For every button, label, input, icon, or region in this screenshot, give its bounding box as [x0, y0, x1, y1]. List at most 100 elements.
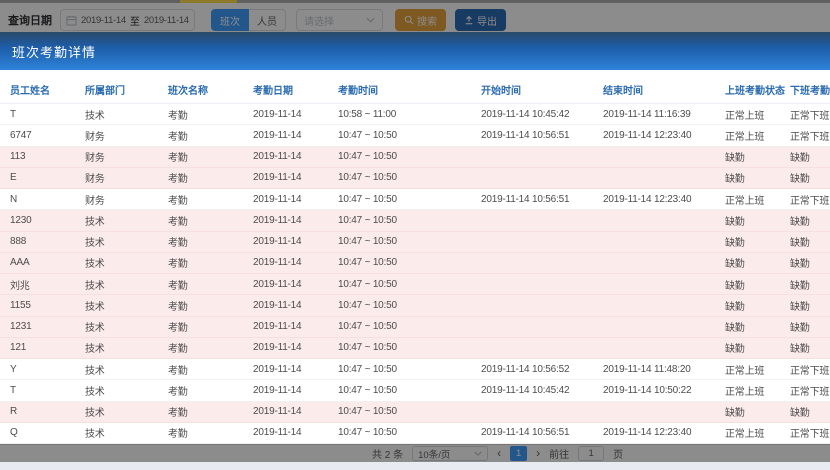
cell-shift: 考勤 [168, 153, 188, 165]
cell-end: 2019-11-14 12:23:40 [603, 193, 692, 205]
modal-mask-bottom [0, 444, 830, 462]
cell-date: 2019-11-14 [253, 278, 302, 290]
cell-end: 2019-11-14 11:16:39 [603, 108, 691, 120]
cell-shift: 考勤 [168, 386, 188, 398]
cell-date: 2019-11-14 [253, 406, 302, 418]
cell-status_in: 正常上班 [725, 131, 765, 143]
cell-status_in: 缺勤 [725, 408, 745, 420]
cell-dept: 技术 [85, 216, 105, 228]
cell-time: 10:47 ~ 10:50 [338, 321, 397, 333]
cell-shift: 考勤 [168, 259, 188, 271]
col-header-end-time: 结束时间 [603, 86, 643, 97]
cell-start: 2019-11-14 10:56:52 [481, 363, 570, 375]
cell-name: R [10, 406, 18, 418]
cell-date: 2019-11-14 [253, 257, 302, 269]
table-row: T 技术 考勤 2019-11-14 10:58 ~ 11:00 2019-11-14 1… [0, 104, 830, 126]
cell-name: 刘兆 [10, 280, 30, 292]
cell-status_out: 缺勤 [790, 344, 810, 356]
cell-date: 2019-11-14 [253, 384, 302, 396]
cell-date: 2019-11-14 [253, 236, 302, 248]
cell-status_out: 缺勤 [790, 408, 810, 420]
cell-date: 2019-11-14 [253, 427, 302, 439]
table-row: Q 技术 考勤 2019-11-14 10:47 ~ 10:50 2019-11-14 1… [0, 422, 830, 444]
col-header-attendance-date: 考勤日期 [253, 86, 293, 97]
cell-name: T [10, 384, 16, 396]
cell-name: 888 [10, 236, 27, 248]
cell-time: 10:47 ~ 10:50 [338, 193, 397, 205]
cell-status_in: 正常上班 [725, 429, 765, 441]
cell-shift: 考勤 [168, 238, 188, 250]
cell-time: 10:47 ~ 10:50 [338, 257, 397, 269]
cell-status_in: 缺勤 [725, 238, 745, 250]
cell-time: 10:47 ~ 10:50 [338, 384, 397, 396]
cell-name: AAA [10, 257, 30, 269]
cell-time: 10:47 ~ 10:50 [338, 172, 397, 184]
col-header-clockout-status: 下班考勤状态 [790, 86, 830, 97]
table-row: 888 技术 考勤 2019-11-14 10:47 ~ 10:50 缺勤 缺勤 [0, 231, 830, 253]
cell-status_out: 缺勤 [790, 174, 810, 186]
cell-start: 2019-11-14 10:56:51 [481, 129, 570, 141]
cell-dept: 技术 [85, 110, 105, 122]
top-edge [0, 0, 830, 3]
cell-shift: 考勤 [168, 344, 188, 356]
cell-status_out: 缺勤 [790, 323, 810, 335]
table-row: 121 技术 考勤 2019-11-14 10:47 ~ 10:50 缺勤 缺勤 [0, 337, 830, 359]
cell-time: 10:47 ~ 10:50 [338, 342, 397, 354]
table-row: 刘兆 技术 考勤 2019-11-14 10:47 ~ 10:50 缺勤 缺勤 [0, 274, 830, 296]
cell-status_in: 正常上班 [725, 110, 765, 122]
cell-status_out: 缺勤 [790, 280, 810, 292]
cell-date: 2019-11-14 [253, 172, 302, 184]
cell-dept: 技术 [85, 238, 105, 250]
cell-time: 10:47 ~ 10:50 [338, 129, 397, 141]
table-header-row: 员工姓名 所属部门 班次名称 考勤日期 考勤时间 开始时间 结束时间 上班考勤状态下班考勤状态 [0, 76, 830, 104]
cell-date: 2019-11-14 [253, 342, 302, 354]
cell-dept: 财务 [85, 174, 105, 186]
cell-status_out: 正常下班 [790, 110, 830, 122]
cell-name: Y [10, 363, 17, 375]
col-header-department: 所属部门 [85, 86, 125, 97]
table-row: 1155 技术 考勤 2019-11-14 10:47 ~ 10:50 缺勤 缺勤 [0, 295, 830, 317]
cell-dept: 技术 [85, 408, 105, 420]
cell-status_in: 正常上班 [725, 365, 765, 377]
cell-date: 2019-11-14 [253, 363, 302, 375]
cell-name: 1231 [10, 321, 32, 333]
cell-start: 2019-11-14 10:45:42 [481, 384, 570, 396]
cell-dept: 技术 [85, 365, 105, 377]
cell-status_in: 正常上班 [725, 195, 765, 207]
top-edge-accent [180, 0, 237, 3]
cell-end: 2019-11-14 12:23:40 [603, 129, 692, 141]
table-row: E 财务 考勤 2019-11-14 10:47 ~ 10:50 缺勤 缺勤 [0, 167, 830, 189]
cell-status_in: 缺勤 [725, 280, 745, 292]
cell-name: E [10, 172, 17, 184]
cell-date: 2019-11-14 [253, 214, 302, 226]
table-row: Y 技术 考勤 2019-11-14 10:47 ~ 10:50 2019-11-14 1… [0, 359, 830, 381]
cell-end: 2019-11-14 11:48:20 [603, 363, 691, 375]
cell-shift: 考勤 [168, 174, 188, 186]
cell-shift: 考勤 [168, 216, 188, 228]
cell-name: 1230 [10, 214, 32, 226]
cell-dept: 技术 [85, 259, 105, 271]
cell-time: 10:47 ~ 10:50 [338, 214, 397, 226]
col-header-shift-name: 班次名称 [168, 86, 208, 97]
cell-dept: 财务 [85, 153, 105, 165]
cell-shift: 考勤 [168, 365, 188, 377]
cell-date: 2019-11-14 [253, 321, 302, 333]
table-row: N 财务 考勤 2019-11-14 10:47 ~ 10:50 2019-11-14 1… [0, 189, 830, 211]
cell-date: 2019-11-14 [253, 129, 302, 141]
cell-shift: 考勤 [168, 280, 188, 292]
cell-dept: 技术 [85, 301, 105, 313]
table-row: 1230 技术 考勤 2019-11-14 10:47 ~ 10:50 缺勤 缺勤 [0, 210, 830, 232]
cell-name: 121 [10, 342, 27, 354]
cell-shift: 考勤 [168, 131, 188, 143]
cell-name: 1155 [10, 299, 31, 311]
cell-name: 6747 [10, 129, 32, 141]
cell-end: 2019-11-14 12:23:40 [603, 427, 692, 439]
cell-status_out: 缺勤 [790, 153, 810, 165]
cell-time: 10:47 ~ 10:50 [338, 406, 397, 418]
cell-status_in: 缺勤 [725, 344, 745, 356]
cell-status_out: 正常下班 [790, 195, 830, 207]
cell-start: 2019-11-14 10:56:51 [481, 427, 570, 439]
table-row: 1231 技术 考勤 2019-11-14 10:47 ~ 10:50 缺勤 缺勤 [0, 316, 830, 338]
cell-start: 2019-11-14 10:45:42 [481, 108, 570, 120]
cell-status_in: 缺勤 [725, 216, 745, 228]
